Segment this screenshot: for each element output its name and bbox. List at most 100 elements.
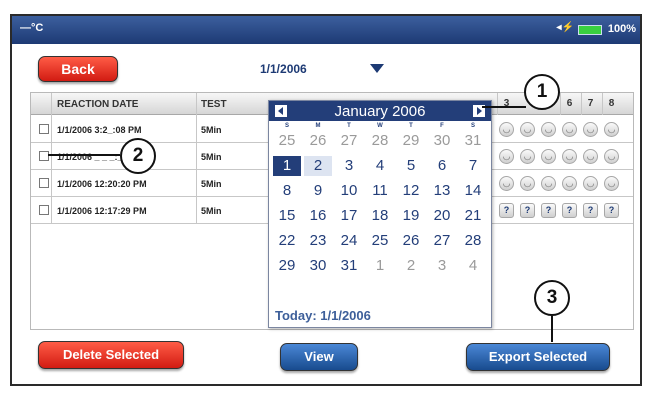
- calendar-header: January 2006: [269, 101, 491, 121]
- calendar-day[interactable]: 22: [273, 231, 301, 251]
- row-checkbox[interactable]: [39, 178, 49, 188]
- result-face-icon: ◡: [541, 176, 556, 191]
- calendar-day[interactable]: 25: [366, 231, 394, 251]
- result-face-icon: ◡: [499, 122, 514, 137]
- battery-icon: [578, 25, 602, 35]
- result-face-icon: ◡: [562, 176, 577, 191]
- calendar-day[interactable]: 12: [397, 181, 425, 201]
- calendar-day[interactable]: 2: [397, 256, 425, 276]
- reaction-date: 1/1/2006 12:17:29 PM: [57, 206, 147, 216]
- result-face-icon: ◡: [520, 149, 535, 164]
- weekday-label: F: [440, 123, 444, 129]
- row-checkbox[interactable]: [39, 151, 49, 161]
- calendar-day[interactable]: 4: [366, 156, 394, 176]
- result-column-header: 3: [497, 93, 515, 115]
- date-selector[interactable]: 1/1/2006: [260, 62, 307, 76]
- back-button[interactable]: Back: [38, 56, 118, 82]
- calendar-day[interactable]: 30: [304, 256, 332, 276]
- calendar-day[interactable]: 20: [428, 206, 456, 226]
- weekday-label: T: [409, 123, 413, 129]
- delete-selected-button[interactable]: Delete Selected: [38, 341, 184, 369]
- calendar-day[interactable]: 7: [459, 156, 487, 176]
- calendar-day[interactable]: 27: [335, 131, 363, 151]
- result-column-header: 8: [602, 93, 620, 115]
- result-face-icon: ◡: [562, 122, 577, 137]
- calendar-day[interactable]: 1: [273, 156, 301, 176]
- calendar-month-title: January 2006: [334, 103, 426, 120]
- previous-month-icon[interactable]: [275, 105, 287, 117]
- calendar-day[interactable]: 15: [273, 206, 301, 226]
- result-face-icon: ◡: [520, 122, 535, 137]
- calendar-day[interactable]: 11: [366, 181, 394, 201]
- test-name: 5Min: [201, 179, 222, 189]
- callout-leader: [482, 106, 526, 108]
- reaction-date: 1/1/2006 12:20:20 PM: [57, 179, 147, 189]
- calendar-day[interactable]: 26: [397, 231, 425, 251]
- row-checkbox[interactable]: [39, 205, 49, 215]
- calendar-day[interactable]: 2: [304, 156, 332, 176]
- calendar-day[interactable]: 26: [304, 131, 332, 151]
- export-selected-button[interactable]: Export Selected: [466, 343, 610, 371]
- row-checkbox[interactable]: [39, 124, 49, 134]
- question-result-icon: ?: [520, 203, 535, 218]
- calendar-day[interactable]: 23: [304, 231, 332, 251]
- calendar-day[interactable]: 31: [459, 131, 487, 151]
- callout-marker: 2: [120, 138, 156, 174]
- callout-leader: [48, 154, 120, 156]
- reaction-date: 1/1/2006 3:2_:08 PM: [57, 125, 142, 135]
- today-label[interactable]: Today: 1/1/2006: [275, 308, 371, 323]
- calendar-day[interactable]: 5: [397, 156, 425, 176]
- calendar-day[interactable]: 31: [335, 256, 363, 276]
- calendar-day[interactable]: 9: [304, 181, 332, 201]
- question-result-icon: ?: [562, 203, 577, 218]
- temperature-readout: —°C: [20, 22, 44, 34]
- result-column-header: 6: [560, 93, 578, 115]
- weekday-label: W: [377, 123, 383, 129]
- result-face-icon: ◡: [541, 149, 556, 164]
- calendar-day[interactable]: 28: [366, 131, 394, 151]
- device-screen: —°C ◂⚡ 100% Back 1/1/2006 REACTION DATE …: [10, 14, 642, 386]
- result-face-icon: ◡: [520, 176, 535, 191]
- result-face-icon: ◡: [604, 149, 619, 164]
- calendar-day[interactable]: 17: [335, 206, 363, 226]
- calendar-day[interactable]: 30: [428, 131, 456, 151]
- calendar-day[interactable]: 28: [459, 231, 487, 251]
- result-face-icon: ◡: [499, 149, 514, 164]
- calendar-day[interactable]: 21: [459, 206, 487, 226]
- calendar-day[interactable]: 18: [366, 206, 394, 226]
- calendar-day[interactable]: 14: [459, 181, 487, 201]
- calendar-popup: January 2006 S M T W T F S 25 26 27 28 29 30 31 1 2 3 4 5 6…: [268, 100, 492, 328]
- column-reaction-date: REACTION DATE: [57, 99, 139, 110]
- status-bar: —°C ◂⚡ 100%: [12, 16, 640, 44]
- result-face-icon: ◡: [604, 122, 619, 137]
- chevron-down-icon[interactable]: [370, 64, 384, 73]
- calendar-day[interactable]: 19: [397, 206, 425, 226]
- calendar-day[interactable]: 29: [397, 131, 425, 151]
- question-result-icon: ?: [541, 203, 556, 218]
- calendar-day[interactable]: 1: [366, 256, 394, 276]
- calendar-day[interactable]: 6: [428, 156, 456, 176]
- calendar-day[interactable]: 29: [273, 256, 301, 276]
- calendar-day[interactable]: 24: [335, 231, 363, 251]
- weekday-label: S: [284, 123, 289, 129]
- calendar-day[interactable]: 3: [428, 256, 456, 276]
- result-face-icon: ◡: [541, 122, 556, 137]
- calendar-day[interactable]: 10: [335, 181, 363, 201]
- calendar-day[interactable]: 4: [459, 256, 487, 276]
- test-name: 5Min: [201, 206, 222, 216]
- calendar-day[interactable]: 25: [273, 131, 301, 151]
- calendar-day[interactable]: 3: [335, 156, 363, 176]
- result-face-icon: ◡: [499, 176, 514, 191]
- weekday-label: M: [315, 123, 321, 129]
- calendar-day[interactable]: 13: [428, 181, 456, 201]
- calendar-day[interactable]: 27: [428, 231, 456, 251]
- callout-marker: 3: [534, 280, 570, 316]
- calendar-day[interactable]: 16: [304, 206, 332, 226]
- question-result-icon: ?: [583, 203, 598, 218]
- result-column-header: 7: [581, 93, 599, 115]
- result-face-icon: ◡: [583, 149, 598, 164]
- calendar-day[interactable]: 8: [273, 181, 301, 201]
- question-result-icon: ?: [604, 203, 619, 218]
- view-button[interactable]: View: [280, 343, 358, 371]
- question-result-icon: ?: [499, 203, 514, 218]
